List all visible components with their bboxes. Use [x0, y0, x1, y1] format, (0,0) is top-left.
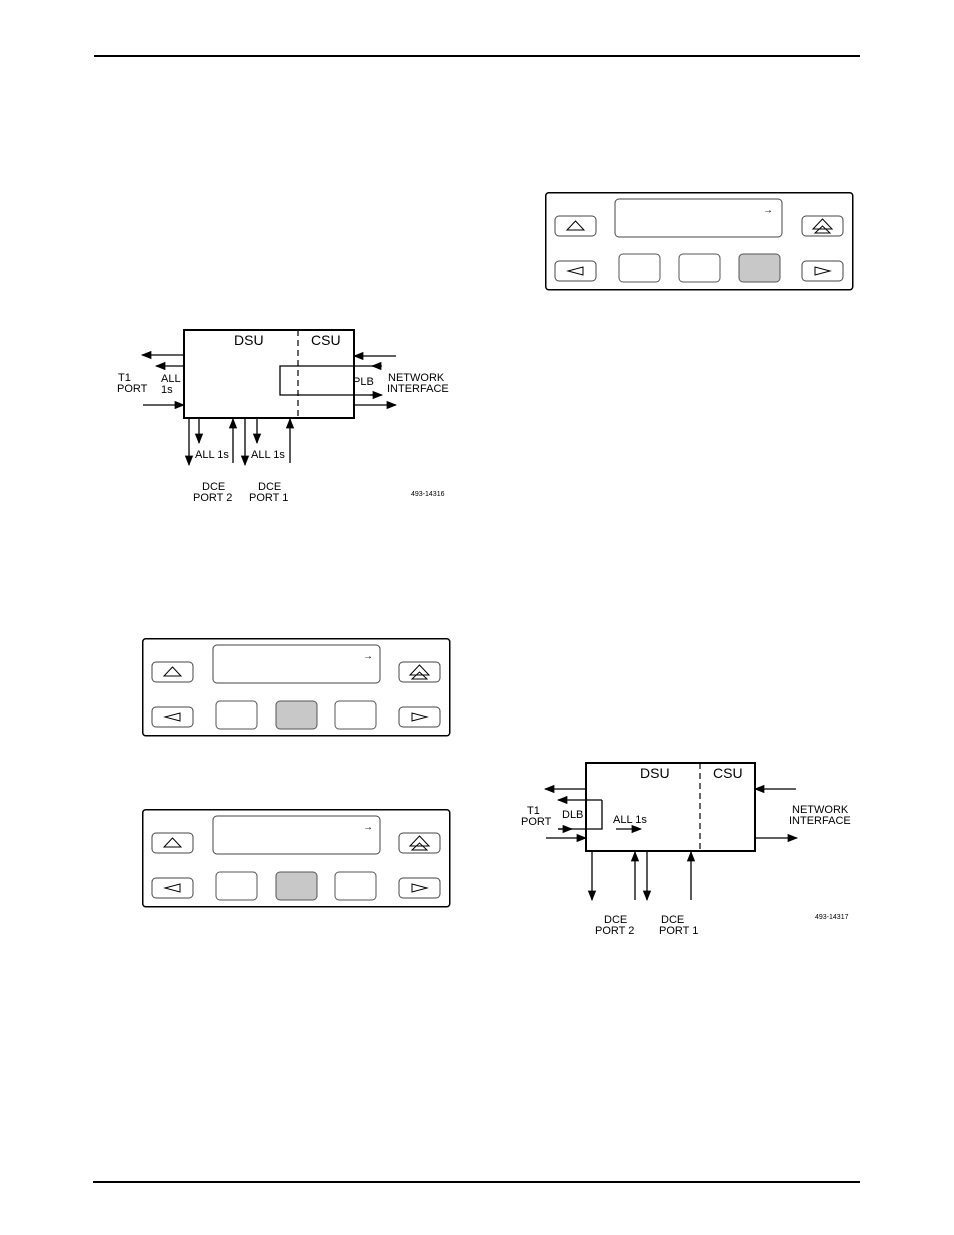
up-key[interactable]: [554, 215, 597, 237]
front-panel-2-svg: →: [142, 638, 451, 737]
port-label: PORT: [521, 816, 552, 828]
function-key-1[interactable]: [618, 253, 661, 283]
dce-port2-line2: PORT 2: [595, 925, 634, 937]
all1s-port1-label: ALL 1s: [251, 449, 285, 461]
up-key[interactable]: [151, 661, 194, 683]
front-panel-3: →: [142, 809, 451, 908]
dce-port1-line2: PORT 1: [659, 925, 698, 937]
function-key-1[interactable]: [215, 871, 258, 901]
footer-rule: [93, 1181, 860, 1183]
dce-port1-line2: PORT 1: [249, 492, 288, 504]
cursor-arrow-icon: →: [363, 651, 373, 662]
dsu-label: DSU: [234, 332, 264, 348]
port-label: PORT: [117, 383, 148, 395]
right-key[interactable]: [398, 877, 441, 899]
front-panel-3-svg: →: [142, 809, 451, 908]
function-key-2-pressed[interactable]: [275, 700, 318, 730]
top-key[interactable]: [398, 661, 441, 683]
function-key-3[interactable]: [334, 871, 377, 901]
csu-label: CSU: [311, 332, 341, 348]
csu-label: CSU: [713, 765, 743, 781]
right-key[interactable]: [398, 706, 441, 728]
function-key-2-pressed[interactable]: [275, 871, 318, 901]
dlb-diagram-svg: DSU CSU DLB T1 PORT ALL 1s NETWORK INTER…: [521, 762, 851, 937]
plb-diagram-svg: DSU CSU ALL 1s T1 PORT PLB NETWORK INTER…: [117, 329, 449, 504]
top-key[interactable]: [398, 832, 441, 854]
all1s-port2-label: ALL 1s: [195, 449, 229, 461]
left-key[interactable]: [151, 706, 194, 728]
dce-port2-line2: PORT 2: [193, 492, 232, 504]
front-panel-1-svg: →: [545, 192, 854, 291]
up-key[interactable]: [151, 832, 194, 854]
all1s-left-line2: 1s: [161, 384, 173, 396]
top-key[interactable]: [801, 215, 844, 237]
front-panel-1: →: [545, 192, 854, 291]
all1s-inner-label: ALL 1s: [613, 814, 647, 826]
cursor-arrow-icon: →: [763, 205, 773, 216]
lcd-display: [212, 815, 381, 855]
dlb-label: DLB: [562, 809, 583, 821]
lcd-display: [212, 644, 381, 684]
network-label-line2: INTERFACE: [789, 815, 851, 827]
function-key-2[interactable]: [678, 253, 721, 283]
dsu-label: DSU: [640, 765, 670, 781]
plb-loopback-diagram: DSU CSU ALL 1s T1 PORT PLB NETWORK INTER…: [100, 315, 460, 510]
left-key[interactable]: [554, 260, 597, 282]
left-key[interactable]: [151, 877, 194, 899]
dlb-loopback-diagram: DSU CSU DLB T1 PORT ALL 1s NETWORK INTER…: [510, 750, 860, 945]
function-key-1[interactable]: [215, 700, 258, 730]
lcd-display: [614, 198, 783, 238]
right-key[interactable]: [801, 260, 844, 282]
front-panel-2: →: [142, 638, 451, 737]
network-label-line2: INTERFACE: [387, 383, 449, 395]
cursor-arrow-icon: →: [363, 822, 373, 833]
function-key-3-pressed[interactable]: [738, 253, 781, 283]
plb-label: PLB: [353, 376, 374, 388]
figure-id: 493-14316: [411, 491, 445, 498]
function-key-3[interactable]: [334, 700, 377, 730]
figure-id: 493-14317: [815, 914, 849, 921]
header-rule: [94, 55, 860, 57]
